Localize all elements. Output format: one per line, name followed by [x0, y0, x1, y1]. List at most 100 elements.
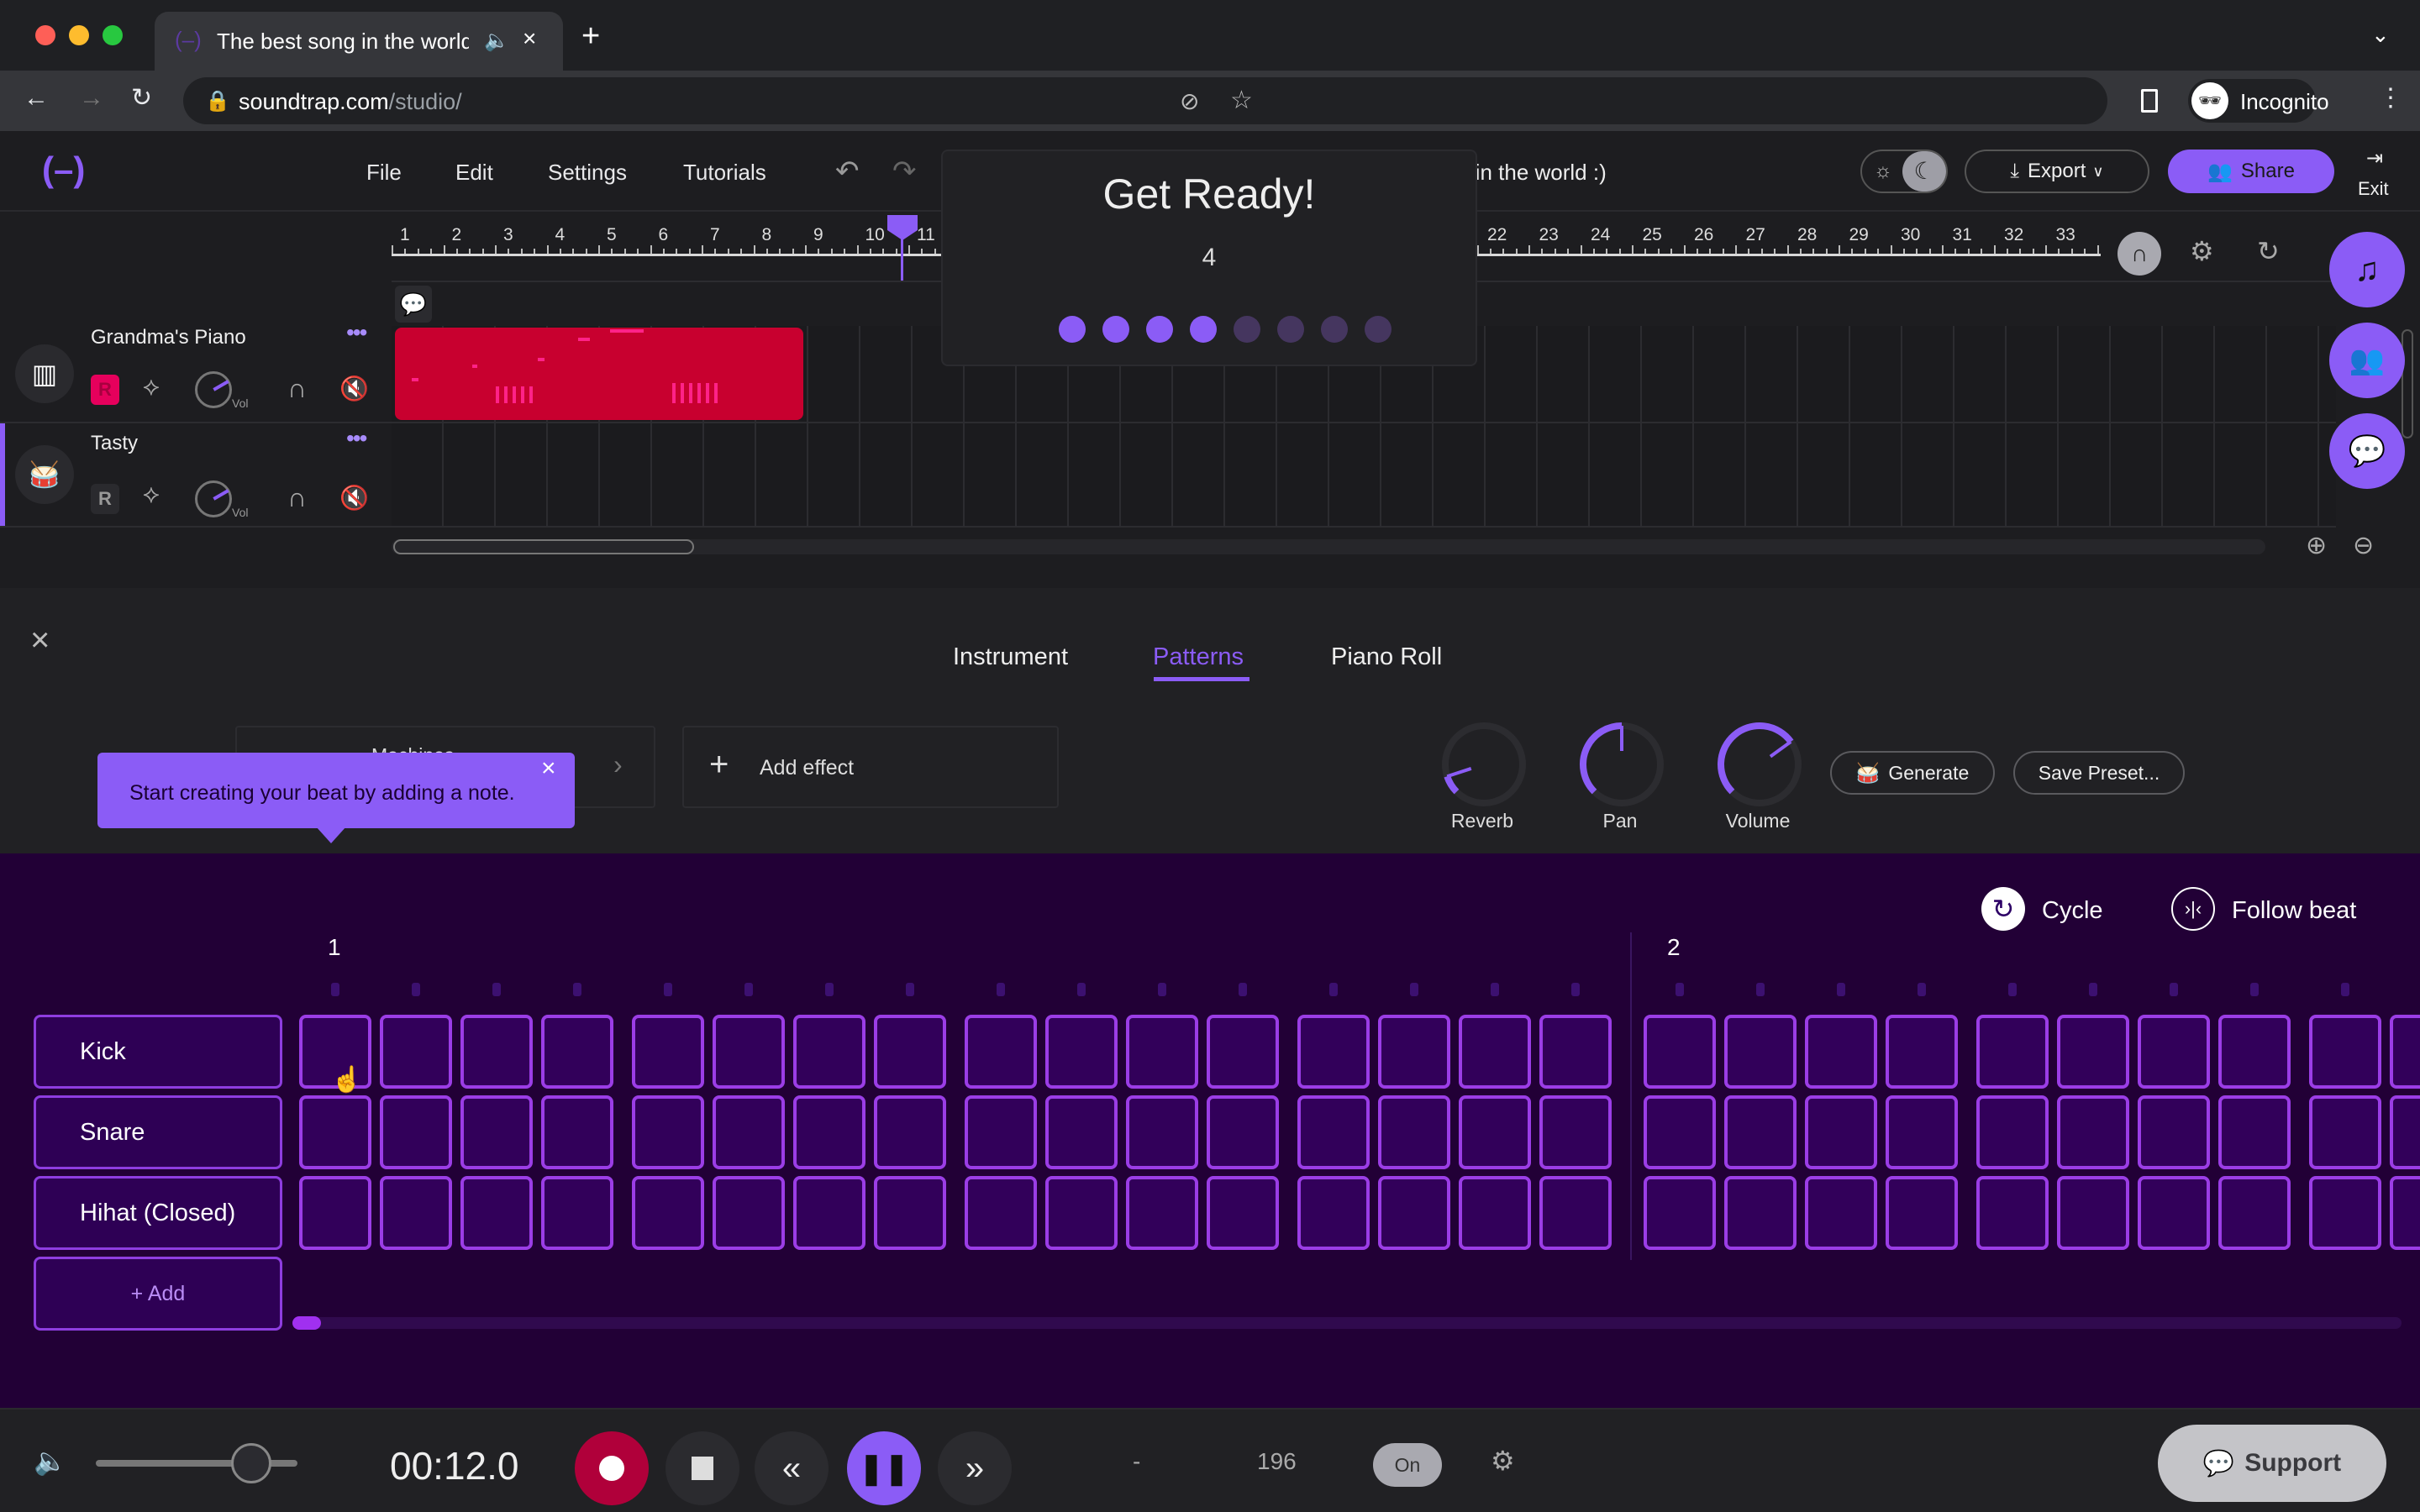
beat-cell[interactable] [874, 1176, 946, 1250]
beat-cell[interactable] [1045, 1095, 1118, 1169]
fast-forward-button[interactable]: » [938, 1431, 1012, 1505]
mute-icon[interactable]: 🔇 [339, 484, 369, 512]
menu-settings[interactable]: Settings [548, 160, 627, 186]
volume-knob[interactable] [195, 371, 232, 408]
beat-cell[interactable] [1976, 1176, 2049, 1250]
beat-cell[interactable] [793, 1176, 865, 1250]
export-button[interactable]: ⤓ Export ∨ [1965, 150, 2149, 193]
beat-cell[interactable] [1539, 1015, 1612, 1089]
song-title[interactable]: g in the world :) [1457, 160, 1607, 186]
track-header-piano[interactable]: ▥ Grandma's Piano ••• R ⟡ Vol ∩ 🔇 [0, 319, 392, 422]
beat-cell[interactable] [965, 1176, 1037, 1250]
beat-cell[interactable] [541, 1095, 613, 1169]
bookmark-star-icon[interactable]: ☆ [1230, 86, 1253, 115]
beat-cell[interactable] [1976, 1015, 2049, 1089]
beat-cell[interactable] [2309, 1015, 2381, 1089]
beat-cell[interactable] [1297, 1015, 1370, 1089]
beat-cell[interactable] [2218, 1095, 2291, 1169]
beat-cell[interactable] [2218, 1176, 2291, 1250]
share-button[interactable]: 👥 Share [2168, 150, 2334, 193]
beat-cell[interactable] [874, 1015, 946, 1089]
volume-knob[interactable] [195, 480, 232, 517]
midi-region[interactable] [395, 328, 803, 420]
cycle-label[interactable]: Cycle [2042, 897, 2103, 925]
follow-beat-icon[interactable]: ›|‹ [2171, 887, 2215, 931]
stop-button[interactable] [666, 1431, 739, 1505]
new-tab-icon[interactable]: + [581, 18, 600, 55]
beat-cell[interactable] [460, 1015, 533, 1089]
address-bar[interactable]: 🔒 soundtrap.com/studio/ ⊘ ☆ [183, 77, 2107, 124]
record-button[interactable] [575, 1431, 649, 1505]
beat-cell[interactable] [1459, 1015, 1531, 1089]
beat-cell[interactable] [2057, 1015, 2129, 1089]
collaborators-fab[interactable]: 👥 [2329, 323, 2405, 398]
metronome-toggle[interactable]: On [1373, 1443, 1442, 1487]
follow-beat-label[interactable]: Follow beat [2232, 897, 2356, 925]
beat-cell[interactable] [965, 1015, 1037, 1089]
beat-cell[interactable] [2390, 1095, 2420, 1169]
headphones-solo-icon[interactable]: ∩ [287, 373, 307, 404]
side-panel-icon[interactable] [2141, 89, 2158, 113]
beat-cell[interactable] [2138, 1015, 2210, 1089]
beat-cell[interactable] [1976, 1095, 2049, 1169]
beat-cell[interactable] [541, 1015, 613, 1089]
cycle-icon[interactable]: ↻ [1981, 887, 2025, 931]
beat-cell[interactable] [1207, 1015, 1279, 1089]
track-row-drums[interactable]: 🥁 Tasty ••• R ⟡ Vol ∩ 🔇 [0, 423, 2336, 528]
beat-cell[interactable] [793, 1015, 865, 1089]
timeline-scrollbar[interactable] [392, 539, 2265, 554]
beat-cell[interactable] [2138, 1176, 2210, 1250]
grid-scrollbar[interactable] [292, 1316, 2402, 1330]
timeline-scroll-thumb[interactable] [393, 539, 694, 554]
beat-cell[interactable] [460, 1095, 533, 1169]
beat-cell[interactable] [380, 1015, 452, 1089]
add-instrument-button[interactable]: + Add [34, 1257, 282, 1331]
beat-cell[interactable] [1297, 1176, 1370, 1250]
beat-cell[interactable] [713, 1176, 785, 1250]
maximize-window-button[interactable] [103, 25, 123, 45]
close-window-button[interactable] [35, 25, 55, 45]
browser-menu-icon[interactable]: ⋮ [2378, 86, 2403, 111]
beat-cell[interactable] [1886, 1015, 1958, 1089]
beat-cell[interactable] [2390, 1176, 2420, 1250]
beat-cell[interactable] [2218, 1015, 2291, 1089]
automation-icon[interactable]: ⟡ [143, 373, 160, 402]
beat-cell[interactable] [1045, 1176, 1118, 1250]
beat-cell[interactable] [2390, 1015, 2420, 1089]
exit-icon[interactable]: ⇥ [2366, 146, 2383, 171]
knob-track[interactable] [1442, 722, 1526, 806]
eye-off-icon[interactable]: ⊘ [1180, 87, 1199, 115]
beat-cell[interactable] [793, 1095, 865, 1169]
support-button[interactable]: 💬 Support [2158, 1425, 2386, 1502]
rewind-button[interactable]: « [755, 1431, 829, 1505]
beat-cell[interactable] [632, 1176, 704, 1250]
beat-cell[interactable] [1644, 1095, 1716, 1169]
add-comment-icon[interactable]: 💬 [395, 286, 432, 323]
beat-cell[interactable] [460, 1176, 533, 1250]
back-arrow-icon[interactable]: ← [24, 86, 49, 111]
soundtrap-logo-icon[interactable]: (–) [42, 150, 85, 190]
beat-cell[interactable] [1539, 1095, 1612, 1169]
automation-icon[interactable]: ⟡ [143, 480, 160, 509]
beat-cell[interactable] [2309, 1095, 2381, 1169]
exit-label[interactable]: Exit [2358, 178, 2389, 200]
beat-cell[interactable] [713, 1095, 785, 1169]
browser-tab[interactable]: (–) The best song in the world 🔈 × [155, 12, 563, 71]
close-editor-icon[interactable]: × [30, 622, 50, 659]
track-name[interactable]: Tasty [91, 432, 138, 455]
generate-button[interactable]: 🥁 Generate [1830, 751, 1995, 795]
headphones-solo-icon[interactable]: ∩ [287, 482, 307, 513]
beat-cell[interactable] [299, 1095, 371, 1169]
beat-cell[interactable] [2057, 1176, 2129, 1250]
chat-fab[interactable]: 💬 [2329, 413, 2405, 489]
redo-icon[interactable]: ↷ [892, 155, 917, 188]
row-label-kick[interactable]: Kick [34, 1015, 282, 1089]
pause-button[interactable]: ❚❚ [847, 1431, 921, 1505]
menu-tutorials[interactable]: Tutorials [683, 160, 766, 186]
undo-icon[interactable]: ↶ [835, 155, 860, 188]
reload-icon[interactable]: ↻ [131, 86, 152, 111]
close-tooltip-icon[interactable]: × [541, 754, 556, 783]
beat-cell[interactable] [1644, 1015, 1716, 1089]
beat-cell[interactable] [713, 1015, 785, 1089]
beat-cell[interactable] [380, 1095, 452, 1169]
